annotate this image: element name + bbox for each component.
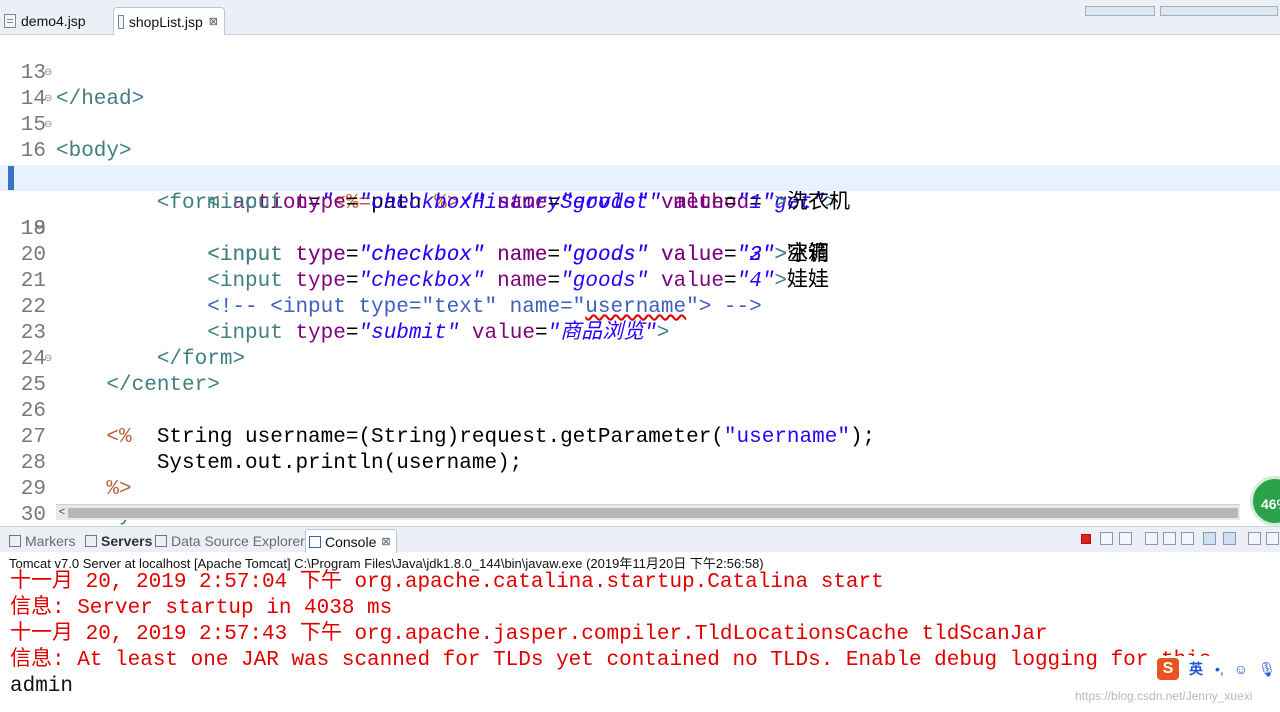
code-line: 17 <input type="checkbox" name="goods" v… — [0, 139, 1280, 215]
tab-markers[interactable]: Markers — [9, 531, 76, 551]
scrollbar-thumb[interactable] — [68, 508, 1238, 518]
fold-icon[interactable]: ⊖ — [44, 61, 52, 87]
editor-tab-bar: demo4.jsp shopList.jsp ⊠ — [0, 0, 1280, 35]
microphone-icon[interactable]: 🎙 — [1258, 661, 1276, 678]
fold-icon[interactable]: ⊖ — [44, 87, 52, 113]
tab-shoplist-jsp[interactable]: shopList.jsp ⊠ — [113, 7, 225, 35]
code-line-current: 18 <input type="checkbox" name="goods" v… — [0, 165, 1280, 267]
code-line: 27 System.out.println(username); — [0, 399, 1280, 475]
code-line: 26 String username=(String)request.getPa… — [0, 373, 1280, 449]
code-line: 29 </body> — [0, 451, 1280, 527]
ime-mode-label[interactable]: 英 — [1189, 659, 1203, 679]
console-line: 信息: Server startup in 4038 ms — [10, 597, 393, 620]
close-icon[interactable]: ⊠ — [209, 15, 218, 28]
code-line: 30 </html> — [0, 477, 1280, 553]
code-line: 16 ⊖ <form action="<%=path %>/HistorySer… — [0, 113, 1280, 215]
tab-label: shopList.jsp — [128, 13, 203, 30]
tab-demo4-jsp[interactable]: demo4.jsp — [0, 8, 108, 33]
show-stdout-icon[interactable] — [1203, 532, 1216, 545]
pin-console-icon[interactable] — [1248, 532, 1261, 545]
remove-all-icon[interactable] — [1119, 532, 1132, 545]
code-line: 20 <input type="checkbox" name="goods" v… — [0, 217, 1280, 293]
console-line: 十一月 20, 2019 2:57:04 下午 org.apache.catal… — [10, 571, 884, 594]
tab-label: Data Source Explorer — [171, 533, 305, 549]
code-editor[interactable]: 13 </head> 14 ⊖ <body> 15 ⊖ <center> 16 … — [0, 35, 1280, 553]
terminate-icon[interactable] — [1081, 534, 1091, 544]
emoji-icon[interactable]: ☺ — [1234, 661, 1248, 677]
console-line: 十一月 20, 2019 2:57:43 下午 org.apache.jaspe… — [10, 623, 1048, 646]
tab-label: Console — [325, 533, 377, 550]
jsp-file-icon — [4, 13, 16, 28]
word-wrap-icon[interactable] — [1181, 532, 1194, 545]
punctuation-icon[interactable]: •, — [1215, 661, 1224, 677]
code-line: 21 <!-- <input type="text" name="usernam… — [0, 243, 1280, 319]
tab-servers[interactable]: Servers — [85, 531, 152, 551]
ime-toolbar[interactable]: S 英 •, ☺ 🎙 — [1157, 656, 1280, 682]
servers-icon — [85, 535, 97, 547]
show-stderr-icon[interactable] — [1223, 532, 1236, 545]
scroll-lock-icon[interactable] — [1163, 532, 1176, 545]
code-line: 13 </head> — [0, 35, 1280, 111]
markers-icon — [9, 535, 21, 547]
jsp-file-icon — [118, 14, 124, 29]
fold-icon[interactable]: ⊖ — [44, 113, 52, 139]
watermark: https://blog.csdn.net/Jenny_xuexi — [1075, 689, 1253, 703]
console-icon — [309, 535, 321, 548]
remove-launch-icon[interactable] — [1100, 532, 1113, 545]
code-line: 25 ⊖ <% — [0, 347, 1280, 449]
code-line: 19 <input type="checkbox" name="goods" v… — [0, 191, 1280, 267]
sogou-logo-icon: S — [1157, 658, 1179, 680]
database-icon — [155, 535, 167, 547]
code-line: 24 </center> — [0, 321, 1280, 397]
tab-data-source-explorer[interactable]: Data Source Explorer — [155, 531, 305, 551]
tab-label: demo4.jsp — [21, 12, 86, 29]
panel-tab-bar: Markers Servers Data Source Explorer Con… — [0, 526, 1280, 553]
tab-label: Servers — [101, 533, 153, 549]
scroll-left-icon[interactable]: < — [56, 505, 68, 520]
console-line: admin — [10, 675, 74, 698]
display-console-icon[interactable] — [1266, 532, 1279, 545]
console-line: 信息: At least one JAR was scanned for TLD… — [10, 649, 1212, 672]
code-line: 14 ⊖ <body> — [0, 61, 1280, 163]
maximize-icon[interactable] — [1160, 6, 1278, 16]
clear-console-icon[interactable] — [1145, 532, 1158, 545]
minimize-icon[interactable] — [1085, 6, 1155, 16]
code-line: 23 </form> — [0, 295, 1280, 371]
horizontal-scrollbar[interactable]: < — [56, 504, 1240, 520]
code-line: 22 <input type="submit" value="商品浏览"> — [0, 269, 1280, 345]
code-line: 15 ⊖ <center> — [0, 87, 1280, 189]
fold-icon[interactable]: ⊖ — [44, 347, 52, 373]
current-line-marker — [8, 166, 14, 190]
tab-console[interactable]: Console ⊠ — [305, 529, 397, 553]
close-icon[interactable]: ⊠ — [381, 535, 390, 548]
tab-label: Markers — [25, 533, 76, 549]
code-line: 28 %> — [0, 425, 1280, 501]
